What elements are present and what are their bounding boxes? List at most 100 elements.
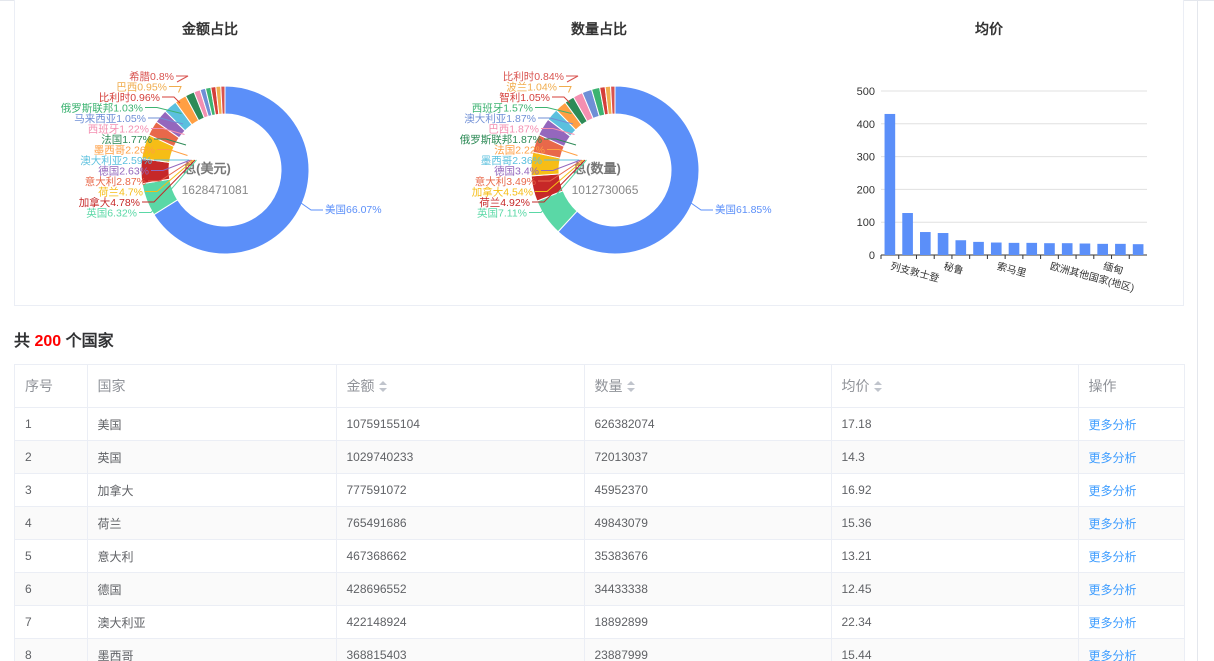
amount-donut-chart: 总(美元)1628471081希腊0.8%巴西0.95%比利时0.96%俄罗斯联… bbox=[61, 70, 382, 255]
cell-avg: 16.92 bbox=[831, 473, 1079, 507]
donut-center-value: 1628471081 bbox=[182, 183, 249, 197]
cell-quantity: 18892899 bbox=[584, 605, 832, 639]
sort-caret-icon[interactable] bbox=[626, 381, 635, 393]
y-tick-label: 500 bbox=[857, 86, 875, 98]
cell-avg: 17.18 bbox=[831, 407, 1079, 441]
y-tick-label: 200 bbox=[857, 184, 875, 196]
more-analysis-link[interactable]: 更多分析 bbox=[1089, 418, 1137, 432]
cell-country: 加拿大 bbox=[87, 473, 337, 507]
cell-quantity: 626382074 bbox=[584, 407, 832, 441]
bar[interactable] bbox=[955, 240, 967, 255]
cell-index: 3 bbox=[15, 473, 88, 507]
cell-index: 5 bbox=[15, 539, 88, 573]
cell-index: 1 bbox=[15, 407, 88, 441]
bar[interactable] bbox=[973, 241, 984, 255]
more-analysis-link[interactable]: 更多分析 bbox=[1089, 649, 1137, 661]
bar[interactable] bbox=[1026, 242, 1038, 255]
cell-country: 德国 bbox=[87, 572, 337, 606]
avg-chart-title: 均价 bbox=[975, 21, 1003, 37]
cell-amount: 10759155104 bbox=[336, 407, 585, 441]
cell-amount: 467368662 bbox=[336, 539, 585, 573]
quantity-donut-chart: 总(数量)1012730065比利时0.84%波兰1.04%智利1.05%西班牙… bbox=[460, 70, 772, 255]
x-tick-label: 欧洲其他国家(地区) bbox=[1049, 259, 1136, 294]
cell-quantity: 23887999 bbox=[584, 638, 832, 661]
donut-leader-line bbox=[566, 75, 579, 83]
cell-amount: 422148924 bbox=[336, 605, 585, 639]
y-tick-label: 0 bbox=[869, 250, 875, 262]
table-row: 2 英国 1029740233 72013037 14.3 更多分析 bbox=[15, 440, 1184, 474]
donut-leader-line bbox=[559, 86, 572, 93]
cell-amount: 765491686 bbox=[336, 506, 585, 540]
bar[interactable] bbox=[1061, 243, 1073, 255]
more-analysis-link[interactable]: 更多分析 bbox=[1089, 550, 1137, 564]
cell-avg: 15.44 bbox=[831, 638, 1079, 661]
header-index: 序号 bbox=[15, 365, 88, 408]
amount-chart-title: 金额占比 bbox=[182, 21, 238, 37]
sort-caret-icon[interactable] bbox=[378, 381, 387, 393]
cell-index: 6 bbox=[15, 572, 88, 606]
header-action: 操作 bbox=[1078, 365, 1184, 408]
x-tick-label: 秘鲁 bbox=[942, 259, 965, 277]
cell-avg: 12.45 bbox=[831, 572, 1079, 606]
x-tick-label: 列支敦士登 bbox=[889, 259, 941, 284]
cell-avg: 14.3 bbox=[831, 440, 1079, 474]
sort-caret-icon[interactable] bbox=[873, 381, 882, 393]
cell-avg: 22.34 bbox=[831, 605, 1079, 639]
cell-quantity: 72013037 bbox=[584, 440, 832, 474]
header-quantity[interactable]: 数量 bbox=[584, 365, 832, 408]
bar[interactable] bbox=[884, 113, 896, 256]
table-row: 5 意大利 467368662 35383676 13.21 更多分析 bbox=[15, 539, 1184, 573]
donut-slice-label: 美国61.85% bbox=[715, 203, 772, 216]
bar[interactable] bbox=[1097, 243, 1108, 255]
avg-bar-chart: 0 100 200 300 400 500 列支敦士登 秘鲁 索马里 欧洲其他国家(地区)缅甸 bbox=[857, 86, 1147, 294]
cell-country: 澳大利亚 bbox=[87, 605, 337, 639]
cell-country: 英国 bbox=[87, 440, 337, 474]
bar[interactable] bbox=[902, 213, 913, 255]
table-row: 7 澳大利亚 422148924 18892899 22.34 更多分析 bbox=[15, 605, 1184, 639]
y-tick-label: 400 bbox=[857, 119, 875, 131]
cell-avg: 15.36 bbox=[831, 506, 1079, 540]
cell-amount: 1029740233 bbox=[336, 440, 585, 474]
header-avg[interactable]: 均价 bbox=[831, 365, 1079, 408]
cell-country: 美国 bbox=[87, 407, 337, 441]
bar[interactable] bbox=[920, 232, 931, 255]
donut-center-value: 1012730065 bbox=[572, 183, 639, 197]
bar[interactable] bbox=[1132, 244, 1144, 255]
more-analysis-link[interactable]: 更多分析 bbox=[1089, 517, 1137, 531]
table-row: 1 美国 10759155104 626382074 17.18 更多分析 bbox=[15, 407, 1184, 441]
x-tick-label: 索马里 bbox=[995, 259, 1027, 279]
donut-leader-line bbox=[169, 86, 182, 93]
header-amount[interactable]: 金额 bbox=[336, 365, 585, 408]
y-tick-label: 300 bbox=[857, 152, 875, 164]
donut-slice-label: 英国7.11% bbox=[477, 207, 527, 220]
summary-suffix: 个国家 bbox=[65, 333, 114, 350]
cell-quantity: 35383676 bbox=[584, 539, 832, 573]
more-analysis-link[interactable]: 更多分析 bbox=[1089, 451, 1137, 465]
scrollbar-track[interactable] bbox=[1197, 0, 1198, 661]
more-analysis-link[interactable]: 更多分析 bbox=[1089, 484, 1137, 498]
quantity-chart-title: 数量占比 bbox=[571, 21, 627, 37]
country-table: 序号 国家 金额 数量 均价 操作 1 美国 10759155104 62638… bbox=[14, 364, 1185, 661]
cell-avg: 13.21 bbox=[831, 539, 1079, 573]
table-header-row: 序号 国家 金额 数量 均价 操作 bbox=[15, 365, 1184, 408]
bar[interactable] bbox=[1044, 243, 1055, 255]
bar[interactable] bbox=[990, 242, 1002, 255]
more-analysis-link[interactable]: 更多分析 bbox=[1089, 616, 1137, 630]
table-row: 4 荷兰 765491686 49843079 15.36 更多分析 bbox=[15, 506, 1184, 540]
table-row: 3 加拿大 777591072 45952370 16.92 更多分析 bbox=[15, 473, 1184, 507]
cell-quantity: 45952370 bbox=[584, 473, 832, 507]
bar[interactable] bbox=[1008, 242, 1020, 255]
more-analysis-link[interactable]: 更多分析 bbox=[1089, 583, 1137, 597]
bar[interactable] bbox=[937, 233, 949, 255]
charts-panel: 金额占比 数量占比 均价 总(美元) 1628471081 希腊0.8% 巴西0.95… bbox=[14, 0, 1184, 306]
cell-country: 墨西哥 bbox=[87, 638, 337, 661]
bar[interactable] bbox=[1079, 243, 1091, 255]
cell-amount: 428696552 bbox=[336, 572, 585, 606]
cell-index: 7 bbox=[15, 605, 88, 639]
table-row: 8 墨西哥 368815403 23887999 15.44 更多分析 bbox=[15, 638, 1184, 661]
cell-index: 8 bbox=[15, 638, 88, 661]
header-country: 国家 bbox=[87, 365, 337, 408]
summary-prefix: 共 bbox=[14, 333, 31, 350]
bar[interactable] bbox=[1115, 243, 1126, 255]
cell-quantity: 49843079 bbox=[584, 506, 832, 540]
